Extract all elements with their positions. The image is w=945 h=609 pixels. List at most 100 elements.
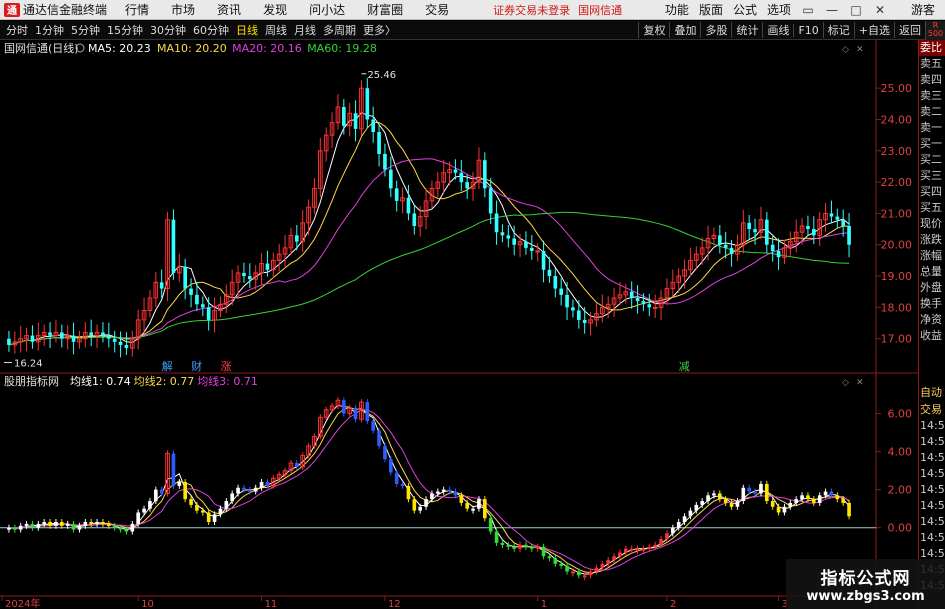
candle-body-140: [829, 213, 834, 217]
side-item-7[interactable]: 买二: [919, 152, 945, 168]
indicator-bar-8: [54, 521, 58, 526]
indicator-bar-121: [717, 493, 722, 500]
side-item-14[interactable]: 总量: [919, 264, 945, 280]
side-item-5[interactable]: 卖一: [919, 120, 945, 136]
menu-item-layout[interactable]: 版面: [699, 1, 723, 18]
tool-button-4[interactable]: 画线: [762, 22, 793, 38]
candle-body-76: [453, 169, 458, 173]
indicator-bar-72: [430, 493, 434, 500]
candle-body-33: [200, 304, 205, 308]
menu-item-quotes[interactable]: 行情: [125, 1, 149, 18]
price-tick-label-5: 20.00: [881, 239, 913, 252]
right-menu: 功能 版面 公式 选项 ▭ — □ ✕ 游客: [665, 1, 945, 18]
side-item-13[interactable]: 涨幅: [919, 248, 945, 264]
indicator-bar-3: [24, 523, 29, 526]
indicator-bar-11: [71, 523, 76, 530]
period-tab-10[interactable]: 更多〉: [363, 22, 396, 38]
period-tab-3[interactable]: 15分钟: [107, 22, 143, 38]
period-tab-0[interactable]: 分时: [6, 22, 28, 38]
tool-button-6[interactable]: 标记: [822, 22, 854, 38]
indicator-bar-142: [841, 499, 846, 503]
indicator-bar-133: [788, 502, 793, 507]
candle-body-90: [535, 250, 541, 253]
tool-button-7[interactable]: +自选: [853, 22, 894, 38]
side-item-9[interactable]: 买四: [919, 184, 945, 200]
ma-legend-1: MA10: 20.20: [157, 42, 227, 55]
side-auto-label[interactable]: 自动: [919, 384, 945, 401]
period-tab-2[interactable]: 5分钟: [71, 22, 100, 38]
indicator-bar-104: [618, 552, 622, 557]
price-tick-label-1: 24.00: [881, 113, 913, 126]
candle-body-68: [406, 197, 411, 214]
side-item-17[interactable]: 净资: [919, 312, 945, 328]
period-tab-9[interactable]: 多周期: [323, 22, 356, 38]
side-item-6[interactable]: 买一: [919, 136, 945, 152]
close-icon[interactable]: ✕: [873, 3, 887, 17]
indicator-bar-9: [59, 521, 64, 526]
window-menu-icon[interactable]: ▭: [801, 3, 815, 17]
tool-button-8[interactable]: 返回: [894, 22, 925, 38]
user-guest[interactable]: 游客: [911, 1, 935, 18]
period-tab-8[interactable]: 月线: [294, 22, 316, 38]
tool-button-2[interactable]: 多股: [700, 22, 731, 38]
menu-item-trade[interactable]: 交易: [425, 1, 449, 18]
indicator-bar-78: [465, 502, 470, 509]
tool-button-5[interactable]: F10: [793, 23, 822, 37]
price-tick-label-2: 23.00: [881, 145, 913, 158]
side-item-18[interactable]: 收益: [919, 328, 945, 344]
candle-body-137: [811, 229, 816, 236]
side-item-3[interactable]: 卖三: [919, 88, 945, 104]
menu-item-wealth[interactable]: 财富圈: [367, 1, 403, 18]
side-item-16[interactable]: 换手: [919, 296, 945, 312]
candle-body-129: [764, 219, 769, 245]
side-item-4[interactable]: 卖二: [919, 104, 945, 120]
indicator-bar-66: [394, 472, 399, 484]
indicator-bar-113: [670, 527, 675, 534]
menu-item-discover[interactable]: 发现: [263, 1, 287, 18]
indicator-bar-111: [659, 539, 663, 545]
indicator-bar-12: [77, 525, 82, 530]
period-tab-1[interactable]: 1分钟: [35, 22, 64, 38]
period-tab-5[interactable]: 60分钟: [193, 22, 229, 38]
indicator-bar-118: [700, 501, 705, 505]
indicator-bar-96: [571, 571, 575, 574]
login-notice[interactable]: 证券交易未登录: [493, 2, 570, 18]
indicator-line-3: [8, 408, 850, 571]
menu-item-news[interactable]: 资讯: [217, 1, 241, 18]
period-tab-7[interactable]: 周线: [265, 22, 287, 38]
indicator-bar-107: [635, 548, 640, 551]
tool-button-0[interactable]: 复权: [638, 22, 669, 38]
maximize-icon[interactable]: □: [849, 3, 863, 17]
side-item-11[interactable]: 现价: [919, 216, 945, 232]
menu-item-ask[interactable]: 问小达: [309, 1, 345, 18]
candle-body-69: [412, 213, 417, 226]
minimize-icon[interactable]: —: [825, 3, 839, 17]
side-item-8[interactable]: 买三: [919, 168, 945, 184]
indicator-bar-101: [600, 563, 605, 568]
side-item-10[interactable]: 买五: [919, 200, 945, 216]
menu-item-options[interactable]: 选项: [767, 1, 791, 18]
indicator-bar-62: [371, 421, 376, 431]
side-item-12[interactable]: 涨跌: [919, 232, 945, 248]
menu-item-formula[interactable]: 公式: [733, 1, 757, 18]
side-time-0: 14:56: [920, 419, 945, 432]
price-tick-label-0: 25.00: [881, 82, 913, 95]
side-item-1[interactable]: 卖五: [919, 56, 945, 72]
r-badge[interactable]: R 500: [925, 20, 945, 40]
tool-button-1[interactable]: 叠加: [669, 22, 700, 38]
candle-body-59: [353, 113, 358, 129]
period-tab-4[interactable]: 30分钟: [150, 22, 186, 38]
watermark-title: 指标公式网: [820, 569, 911, 589]
menu-item-function[interactable]: 功能: [665, 1, 689, 18]
side-item-0[interactable]: 委比: [919, 40, 945, 56]
tool-button-3[interactable]: 统计: [731, 22, 762, 38]
side-trade-label[interactable]: 交易: [919, 401, 945, 418]
candle-body-96: [571, 307, 575, 311]
side-item-2[interactable]: 卖四: [919, 72, 945, 88]
side-item-15[interactable]: 外盘: [919, 280, 945, 296]
period-tab-6[interactable]: 日线: [236, 22, 258, 38]
kline-chart[interactable]: 25.0024.0023.0022.0021.0020.0019.0018.00…: [0, 40, 918, 609]
menu-item-market[interactable]: 市场: [171, 1, 195, 18]
indicator-bar-132: [782, 506, 787, 513]
app-logo-icon: 通: [4, 2, 20, 17]
